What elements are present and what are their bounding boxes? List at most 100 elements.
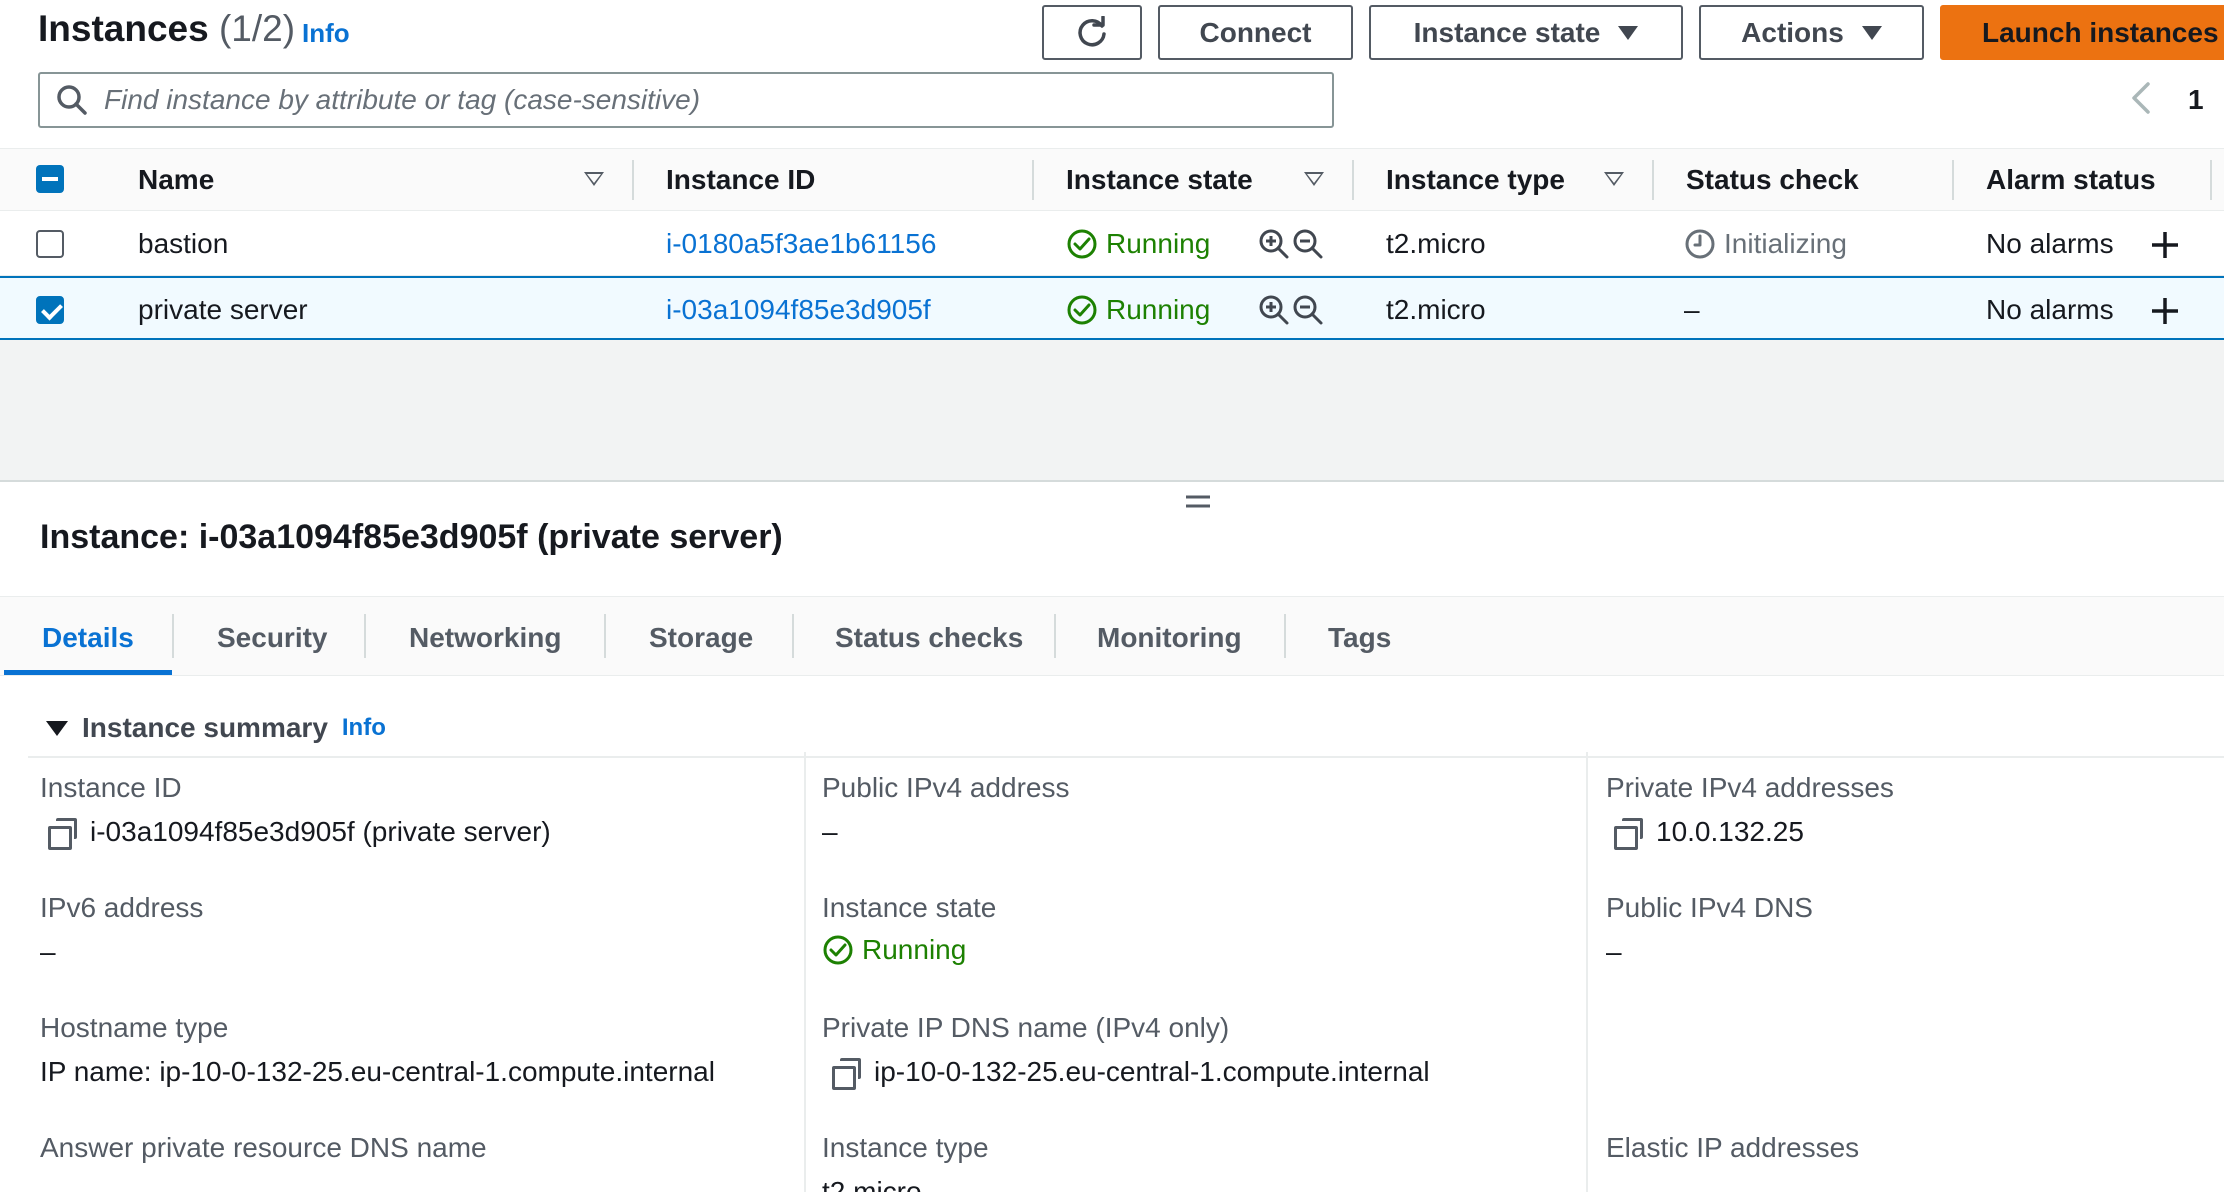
column-header-instance-id[interactable]: Instance ID [666,164,815,196]
tab-storage[interactable]: Storage [649,622,753,654]
actions-dropdown[interactable]: Actions [1699,5,1924,60]
caret-down-icon [1861,25,1882,40]
column-header-status-check[interactable]: Status check [1686,164,1859,196]
section-header[interactable]: Instance summary Info [46,712,386,744]
column-divider[interactable] [632,160,634,200]
sort-icon[interactable] [1304,172,1324,186]
field-public-ipv4: – [822,816,838,847]
select-all-checkbox[interactable] [36,165,64,193]
instance-name: private server [138,294,308,325]
tab-details[interactable]: Details [42,622,134,654]
instance-state: Running [1066,294,1210,326]
field-label-answer-dns: Answer private resource DNS name [40,1132,487,1163]
tab-tags[interactable]: Tags [1328,622,1391,654]
instance-id-link[interactable]: i-03a1094f85e3d905f [666,294,931,326]
tab-monitoring[interactable]: Monitoring [1097,622,1242,654]
column-header-instance-state[interactable]: Instance state [1066,164,1253,196]
sort-icon[interactable] [584,172,604,186]
alarm-status: No alarms [1986,294,2114,325]
status-check: – [1684,294,1700,325]
field-public-dns: – [1606,936,1622,967]
column-header-alarm-status[interactable]: Alarm status [1986,164,2156,196]
refresh-button[interactable] [1042,5,1142,60]
tab-divider [172,614,174,658]
instance-state-dropdown[interactable]: Instance state [1369,5,1683,60]
field-private-ipv4: 10.0.132.25 [1614,816,1804,850]
column-divider[interactable] [1352,160,1354,200]
field-label-public-ipv4: Public IPv4 address [822,772,1070,803]
column-header-instance-type[interactable]: Instance type [1386,164,1565,196]
zoom-out-icon[interactable] [1292,228,1324,260]
instance-type: t2.micro [1386,228,1486,259]
title-info-link[interactable]: Info [302,18,350,49]
copy-icon[interactable] [48,818,77,850]
sort-icon[interactable] [1604,172,1624,186]
instance-state-text: Running [1106,294,1211,325]
field-instance-state: Running [822,934,966,966]
field-value: 10.0.132.25 [1656,816,1804,847]
instance-state: Running [1066,228,1210,260]
field-value: ip-10-0-132-25.eu-central-1.compute.inte… [874,1056,1430,1087]
search-box[interactable] [38,72,1334,128]
tab-divider [1284,614,1286,658]
column-divider[interactable] [1032,160,1034,200]
page-number[interactable]: 1 [2188,84,2204,116]
add-alarm-icon[interactable] [2150,230,2180,260]
instance-state-label: Instance state [1413,16,1601,48]
field-private-dns: ip-10-0-132-25.eu-central-1.compute.inte… [832,1056,1430,1090]
search-icon [57,85,87,115]
row-checkbox[interactable] [36,230,64,258]
clock-icon [1685,229,1715,259]
resize-handle-icon[interactable] [1184,492,1212,512]
tab-security[interactable]: Security [217,622,328,654]
column-divider [804,752,806,1192]
column-header-name[interactable]: Name [138,164,214,196]
tab-status-checks[interactable]: Status checks [835,622,1023,654]
table-row-selected[interactable]: private server i-03a1094f85e3d905f Runni… [0,276,2224,340]
tab-divider [792,614,794,658]
page-title: Instances (1/2) [38,8,295,50]
field-label-instance-id: Instance ID [40,772,182,803]
section-info-link[interactable]: Info [342,714,386,742]
column-divider[interactable] [1952,160,1954,200]
zoom-in-icon[interactable] [1258,228,1290,260]
detail-title: Instance: i-03a1094f85e3d905f (private s… [40,518,783,556]
caret-down-icon[interactable] [46,720,68,736]
check-circle-icon [1067,295,1097,325]
page-title-text: Instances [38,8,209,49]
section-title: Instance summary [82,712,328,743]
zoom-controls [1258,294,1324,326]
zoom-out-icon[interactable] [1292,294,1324,326]
divider [28,756,2224,758]
tab-divider [1054,614,1056,658]
instance-id-link[interactable]: i-0180a5f3ae1b61156 [666,228,936,260]
column-divider [1586,752,1588,1192]
row-checkbox[interactable] [36,296,64,324]
table-row[interactable]: bastion i-0180a5f3ae1b61156 Running t2.m… [0,212,2224,276]
search-input[interactable] [104,84,1284,116]
tab-networking[interactable]: Networking [409,622,561,654]
launch-instances-button[interactable]: Launch instances [1940,5,2224,60]
status-check-text: Initializing [1724,228,1847,259]
copy-icon[interactable] [832,1058,861,1090]
field-label-hostname-type: Hostname type [40,1012,229,1043]
instance-count: (1/2) [218,8,296,49]
connect-button[interactable]: Connect [1158,5,1353,60]
field-label-ipv6: IPv6 address [40,892,204,923]
refresh-icon [1078,15,1106,46]
check-circle-icon [1067,229,1097,259]
instance-state-text: Running [1106,228,1211,259]
instance-type: t2.micro [1386,294,1486,325]
alarm-status: No alarms [1986,228,2114,259]
field-label-instance-type: Instance type [822,1132,989,1163]
field-hostname-type: IP name: ip-10-0-132-25.eu-central-1.com… [40,1056,715,1087]
column-divider[interactable] [1652,160,1654,200]
add-alarm-icon[interactable] [2150,296,2180,326]
chevron-left-icon[interactable] [2126,78,2156,118]
field-label-private-ipv4: Private IPv4 addresses [1606,772,1894,803]
column-divider[interactable] [2210,160,2212,200]
zoom-in-icon[interactable] [1258,294,1290,326]
copy-icon[interactable] [1614,818,1643,850]
tab-divider [364,614,366,658]
check-circle-icon [823,935,853,965]
